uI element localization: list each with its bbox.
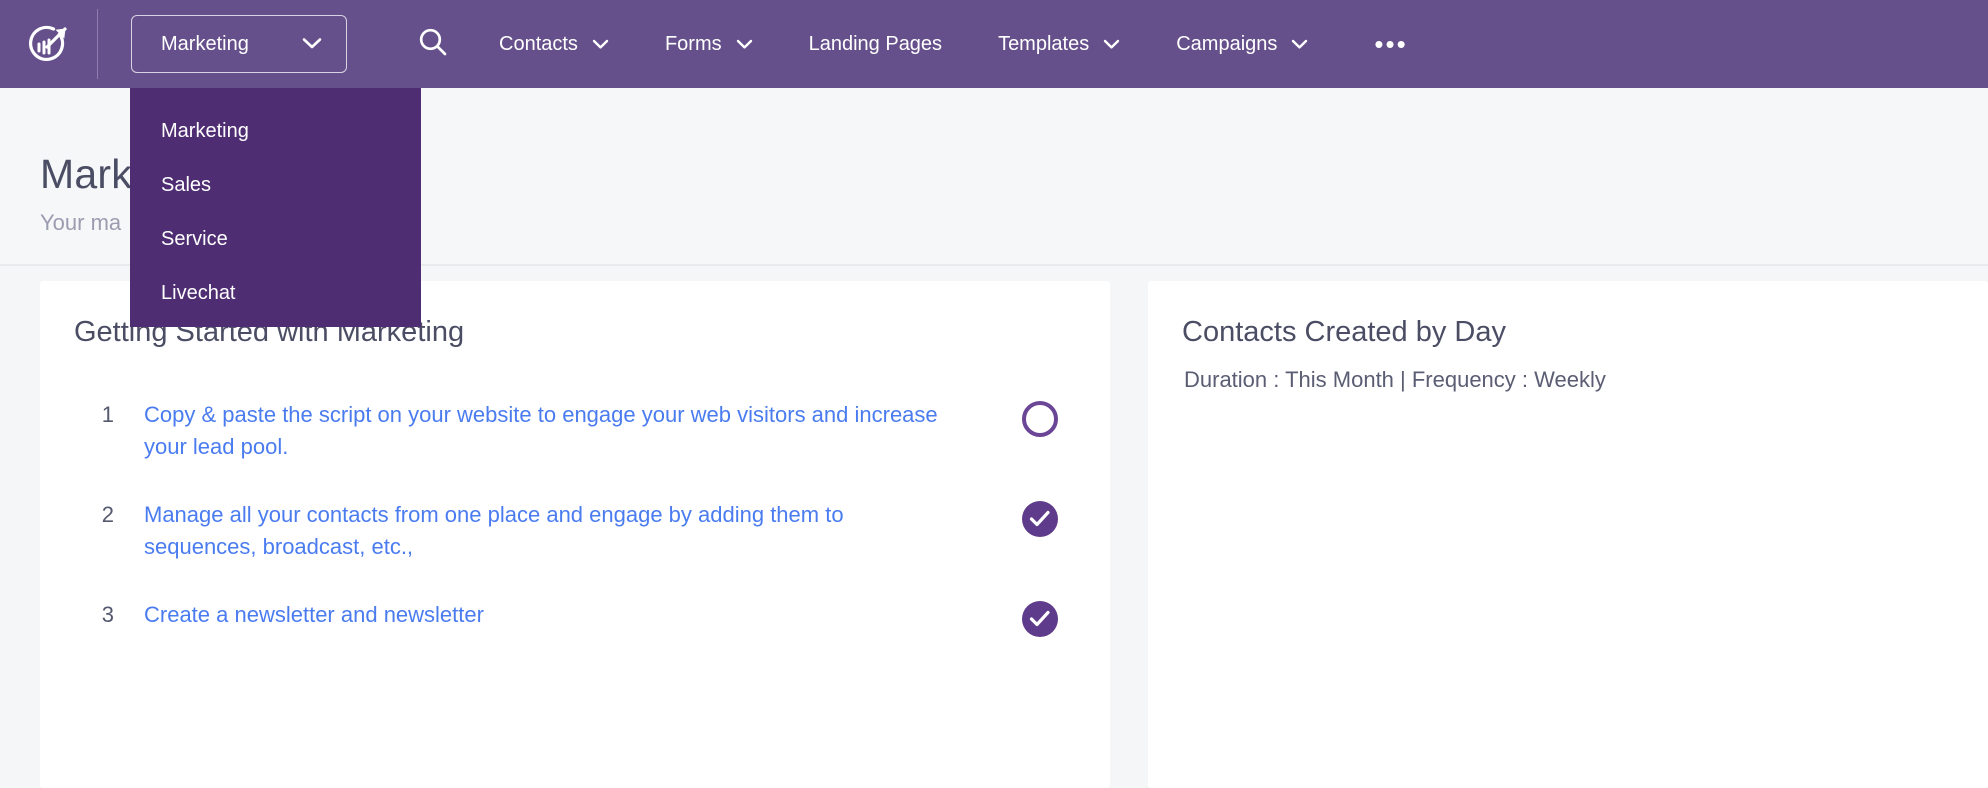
nav-item-landing-pages[interactable]: Landing Pages [809, 33, 942, 56]
check-circle-icon [1022, 501, 1058, 537]
page-subtitle: Your ma [40, 210, 122, 235]
getting-started-list: 1 Copy & paste the script on your websit… [40, 399, 1110, 667]
nav-item-campaigns[interactable]: Campaigns [1176, 33, 1308, 56]
list-item-number: 3 [101, 602, 114, 627]
dropdown-item-marketing[interactable]: Marketing [130, 104, 421, 158]
app-switcher-dropdown: Marketing Sales Service Livechat [130, 88, 421, 327]
engagebay-logo-icon [25, 20, 73, 68]
main-nav: Contacts Forms Landing Pages Templates C… [499, 31, 1408, 57]
getting-started-card: Getting Started with Marketing 1 Copy & … [40, 281, 1110, 788]
nav-label: Forms [664, 32, 722, 55]
nav-label: Campaigns [1176, 32, 1278, 55]
more-menu-icon[interactable]: ••• [1374, 31, 1407, 57]
status-toggle-open[interactable] [1022, 401, 1058, 437]
list-item-link[interactable]: Manage all your contacts from one place … [144, 499, 954, 563]
contacts-chart-title: Contacts Created by Day [1182, 316, 1506, 348]
status-toggle-done[interactable] [1022, 601, 1058, 637]
list-item-number: 1 [101, 402, 114, 427]
nav-item-templates[interactable]: Templates [998, 33, 1120, 56]
nav-label: Templates [998, 32, 1090, 55]
chevron-down-icon [1291, 33, 1308, 56]
dropdown-item-livechat[interactable]: Livechat [130, 266, 421, 320]
list-item: 2 Manage all your contacts from one plac… [40, 499, 1110, 563]
nav-item-contacts[interactable]: Contacts [499, 33, 609, 56]
circle-outline-icon [1022, 401, 1058, 437]
chevron-down-icon [302, 33, 322, 56]
dropdown-item-sales[interactable]: Sales [130, 158, 421, 212]
status-toggle-done[interactable] [1022, 501, 1058, 537]
chevron-down-icon [736, 33, 753, 56]
nav-label: Landing Pages [808, 32, 943, 55]
dropdown-item-service[interactable]: Service [130, 212, 421, 266]
header-divider [97, 9, 98, 79]
check-circle-icon [1022, 601, 1058, 637]
contacts-chart-meta: Duration : This Month | Frequency : Week… [1184, 367, 1606, 392]
app-logo[interactable] [0, 0, 97, 88]
list-item-link[interactable]: Create a newsletter and newsletter [144, 599, 484, 631]
dropdown-item-label: Livechat [161, 281, 236, 304]
dropdown-item-label: Service [161, 227, 228, 250]
nav-label: Contacts [499, 32, 578, 55]
dropdown-item-label: Marketing [161, 119, 249, 142]
list-item-link[interactable]: Copy & paste the script on your website … [144, 399, 954, 463]
contacts-created-card: Contacts Created by Day Duration : This … [1148, 281, 1988, 788]
dropdown-item-label: Sales [161, 173, 212, 196]
app-switcher-label: Marketing [161, 32, 249, 55]
list-item-number: 2 [101, 502, 114, 527]
nav-item-forms[interactable]: Forms [665, 33, 753, 56]
app-switcher-button[interactable]: Marketing [131, 15, 347, 73]
top-navigation-bar: Marketing Contacts Forms Landing Pages T… [0, 0, 1988, 88]
app-root: Marketing Contacts Forms Landing Pages T… [0, 0, 1988, 788]
list-item: 1 Copy & paste the script on your websit… [40, 399, 1110, 463]
search-icon [417, 26, 449, 63]
list-item: 3 Create a newsletter and newsletter [40, 599, 1110, 637]
chevron-down-icon [1103, 33, 1120, 56]
search-button[interactable] [413, 24, 453, 64]
chevron-down-icon [592, 33, 609, 56]
